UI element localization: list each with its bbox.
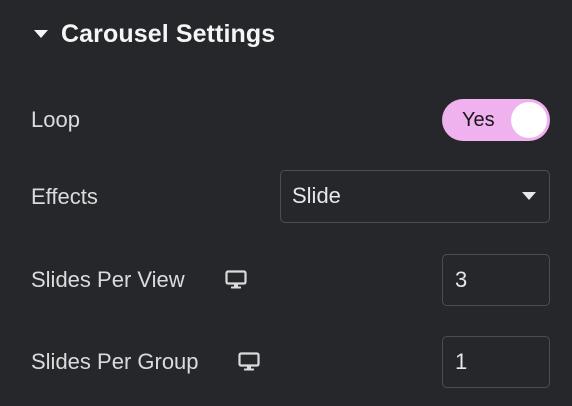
slides-per-group-value: 1 [455, 349, 468, 374]
caret-down-icon [34, 30, 48, 38]
effects-select[interactable]: Slide [280, 170, 550, 223]
effects-label: Effects [31, 184, 98, 209]
effects-select-value: Slide [292, 183, 341, 208]
loop-toggle[interactable]: Yes [442, 99, 550, 141]
chevron-down-icon [522, 192, 536, 200]
carousel-settings-section-toggle[interactable]: Carousel Settings [34, 16, 275, 52]
section-title: Carousel Settings [61, 19, 276, 48]
toggle-knob [511, 102, 547, 138]
desktop-monitor-icon[interactable] [225, 270, 247, 290]
slides-per-view-value: 3 [455, 267, 468, 292]
slides-per-view-label: Slides Per View [31, 267, 185, 292]
loop-label: Loop [31, 107, 80, 132]
desktop-monitor-icon[interactable] [238, 352, 260, 372]
slides-per-view-input[interactable]: 3 [442, 254, 550, 306]
slides-per-group-label: Slides Per Group [31, 349, 199, 374]
carousel-settings-panel: Carousel Settings Loop Yes Effects Slide… [0, 0, 572, 406]
loop-toggle-label: Yes [462, 109, 495, 131]
slides-per-group-input[interactable]: 1 [442, 336, 550, 388]
